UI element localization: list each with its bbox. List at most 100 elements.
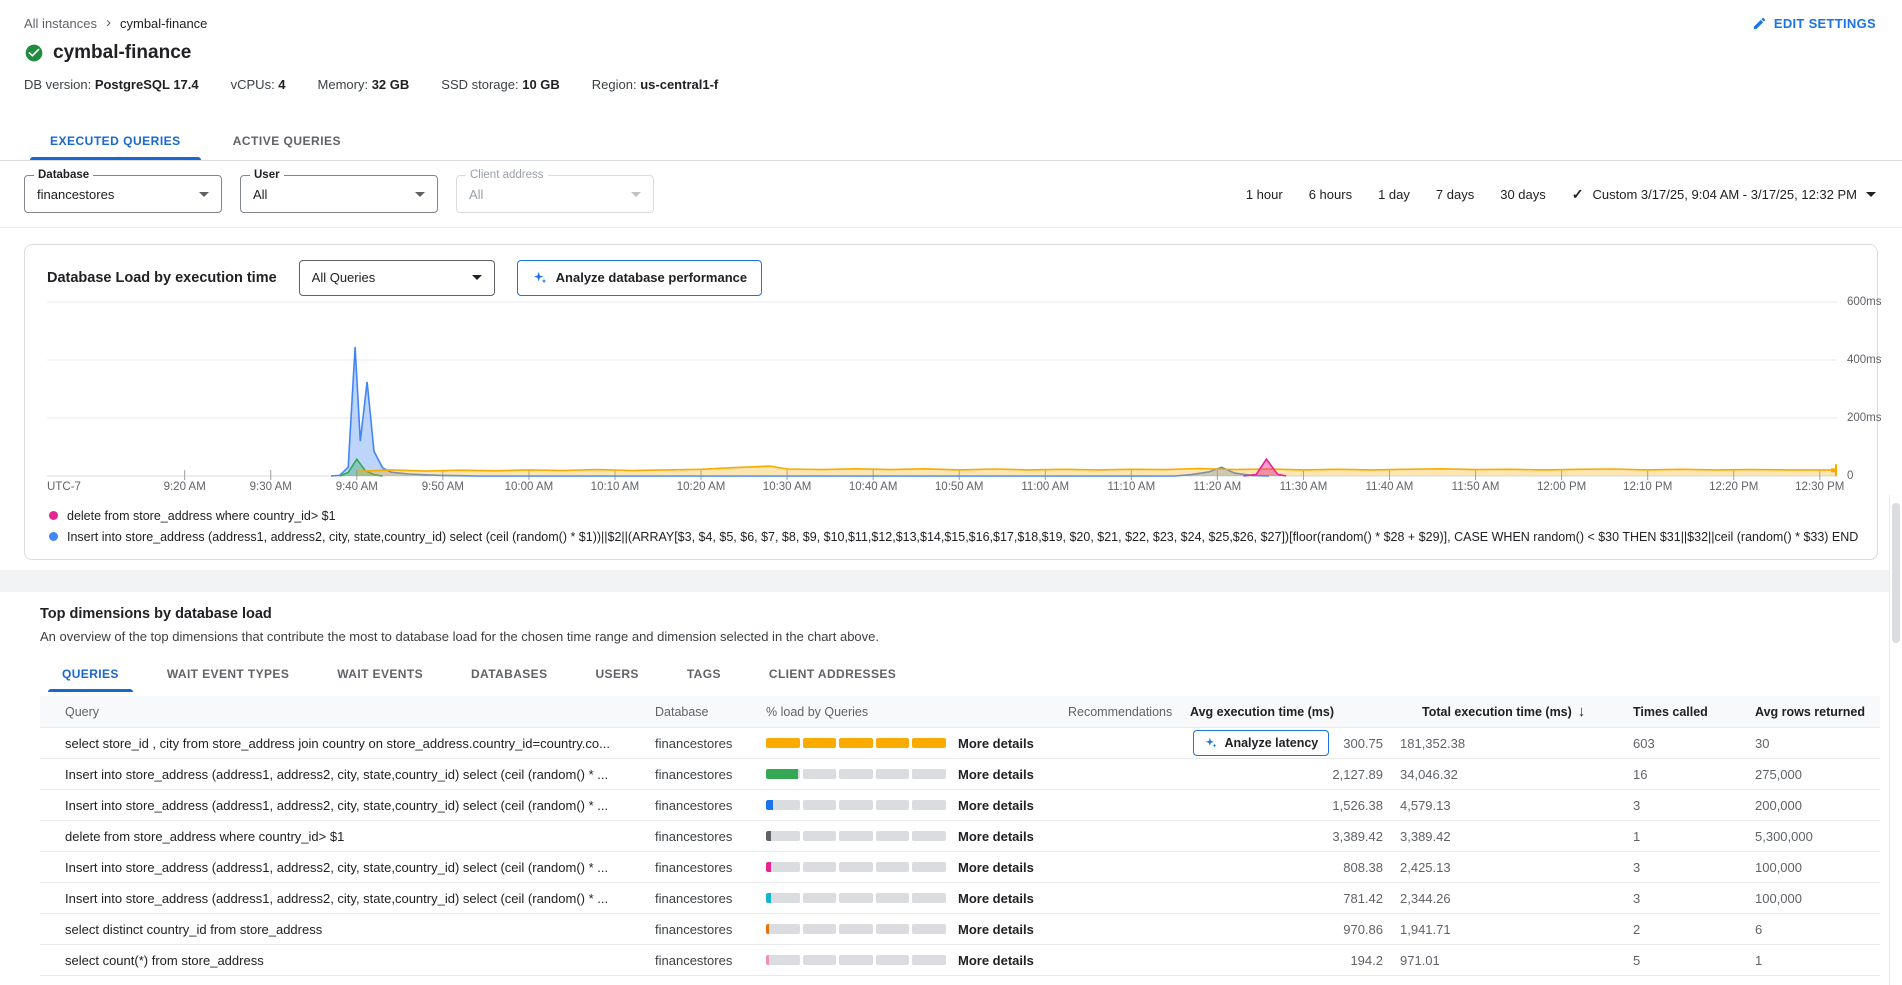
time-range-custom[interactable]: ✓ Custom 3/17/25, 9:04 AM - 3/17/25, 12:…	[1572, 186, 1876, 203]
tab-tags[interactable]: TAGS	[663, 656, 745, 692]
avg-execution-value: 300.75	[1343, 736, 1383, 751]
tab-client-addresses[interactable]: CLIENT ADDRESSES	[745, 656, 920, 692]
x-axis-tick-label: UTC-7	[47, 481, 81, 493]
load-bar-segment	[803, 862, 837, 872]
load-bar-fill	[766, 800, 773, 810]
load-cell: More details	[766, 736, 1068, 751]
column-header-label: Total execution time (ms)	[1422, 705, 1572, 719]
tab-executed-queries[interactable]: EXECUTED QUERIES	[24, 122, 207, 160]
tab-active-queries-label: ACTIVE QUERIES	[233, 134, 341, 148]
load-bar-segment	[876, 924, 910, 934]
load-bar-segment	[839, 955, 873, 965]
legend-item[interactable]: Insert into store_address (address1, add…	[49, 526, 1859, 547]
load-chart-plot	[47, 298, 1837, 482]
time-range-option-30-days[interactable]: 30 days	[1500, 187, 1546, 202]
column-header-load-by-queries[interactable]: % load by Queries	[766, 705, 1068, 719]
more-details-link[interactable]: More details	[958, 798, 1034, 813]
page-header: All instances › cymbal-finance EDIT SETT…	[0, 0, 1902, 92]
info-label: Memory:	[318, 77, 372, 92]
column-header-query[interactable]: Query	[40, 705, 655, 719]
time-range-option-1-hour[interactable]: 1 hour	[1246, 187, 1283, 202]
column-header-avg-rows-returned[interactable]: Avg rows returned	[1745, 705, 1880, 719]
x-axis-tick-label: 12:10 PM	[1623, 481, 1672, 493]
load-bar-segment	[839, 862, 873, 872]
tab-users[interactable]: USERS	[571, 656, 662, 692]
chevron-down-icon	[1866, 192, 1876, 197]
load-bar-segment	[839, 800, 873, 810]
more-details-link[interactable]: More details	[958, 829, 1034, 844]
avg-execution-value: 3,389.42	[1332, 829, 1383, 844]
legend-item[interactable]: delete from store_address where country_…	[49, 505, 1859, 526]
load-cell: More details	[766, 767, 1068, 782]
times-called-cell: 3	[1621, 891, 1745, 906]
avg-execution-cell: 1,526.38	[1190, 798, 1397, 813]
load-bar-segment	[912, 955, 946, 965]
scrollbar-thumb[interactable]	[1892, 503, 1900, 643]
load-bar-fill	[839, 738, 873, 748]
time-range-option-1-day[interactable]: 1 day	[1378, 187, 1410, 202]
more-details-link[interactable]: More details	[958, 767, 1034, 782]
more-details-link[interactable]: More details	[958, 891, 1034, 906]
tab-wait-event-types[interactable]: WAIT EVENT TYPES	[143, 656, 313, 692]
avg-execution-cell: 2,127.89	[1190, 767, 1397, 782]
legend-label: delete from store_address where country_…	[67, 509, 336, 523]
query-cell: select store_id , city from store_addres…	[40, 736, 655, 751]
x-axis-tick-label: 12:20 PM	[1709, 481, 1758, 493]
tab-active-queries[interactable]: ACTIVE QUERIES	[207, 122, 367, 160]
tab-databases[interactable]: DATABASES	[447, 656, 572, 692]
x-axis-tick-label: 12:30 PM	[1795, 481, 1844, 493]
load-bar-segment	[876, 800, 910, 810]
x-axis-tick-label: 12:00 PM	[1537, 481, 1586, 493]
column-header-label: Times called	[1633, 705, 1708, 719]
query-cell: Insert into store_address (address1, add…	[40, 767, 655, 782]
tab-queries[interactable]: QUERIES	[38, 656, 143, 692]
time-range-custom-label: Custom 3/17/25, 9:04 AM - 3/17/25, 12:32…	[1593, 187, 1858, 202]
column-header-database[interactable]: Database	[655, 705, 766, 719]
tab-wait-events[interactable]: WAIT EVENTS	[313, 656, 447, 692]
load-bar-fill	[912, 738, 946, 748]
info-value: PostgreSQL 17.4	[95, 77, 199, 92]
avg-rows-returned-cell: 30	[1745, 736, 1880, 751]
column-header-recommendations[interactable]: Recommendations	[1068, 705, 1190, 719]
column-header-avg-execution-time-ms[interactable]: Avg execution time (ms)	[1190, 705, 1397, 719]
user-filter-select[interactable]: User All	[240, 175, 438, 213]
database-cell: financestores	[655, 891, 766, 906]
total-execution-cell: 4,579.13	[1397, 798, 1621, 813]
time-range-option-7-days[interactable]: 7 days	[1436, 187, 1474, 202]
time-range-option-6-hours[interactable]: 6 hours	[1309, 187, 1352, 202]
column-header-total-execution-time-ms[interactable]: Total execution time (ms)↓	[1397, 703, 1621, 720]
load-bar-fill	[766, 924, 769, 934]
load-bar-segment	[839, 893, 873, 903]
page-title: cymbal-finance	[53, 42, 191, 64]
column-header-times-called[interactable]: Times called	[1621, 705, 1745, 719]
client-address-filter-label: Client address	[466, 169, 548, 181]
load-bar-fill	[766, 769, 798, 779]
query-filter-select[interactable]: All Queries	[299, 260, 495, 296]
column-header-label: Avg execution time (ms)	[1190, 705, 1334, 719]
load-bar-fill	[766, 831, 771, 841]
load-bar-fill	[876, 738, 910, 748]
column-header-label: Avg rows returned	[1755, 705, 1865, 719]
status-ok-icon	[24, 43, 44, 63]
more-details-link[interactable]: More details	[958, 860, 1034, 875]
total-execution-cell: 971.01	[1397, 953, 1621, 968]
load-cell: More details	[766, 829, 1068, 844]
more-details-link[interactable]: More details	[958, 922, 1034, 937]
legend-color-dot	[49, 532, 58, 541]
load-bar-segment	[803, 924, 837, 934]
load-bar-segment	[876, 955, 910, 965]
breadcrumb-all-instances[interactable]: All instances	[24, 16, 97, 31]
edit-settings-button[interactable]: EDIT SETTINGS	[1752, 16, 1876, 31]
more-details-link[interactable]: More details	[958, 953, 1034, 968]
database-filter-select[interactable]: Database financestores	[24, 175, 222, 213]
avg-execution-value: 1,526.38	[1332, 798, 1383, 813]
database-filter-value: financestores	[37, 187, 199, 202]
analyze-database-performance-button[interactable]: Analyze database performance	[517, 260, 762, 296]
x-axis-tick-label: 9:30 AM	[250, 481, 292, 493]
info-value: 32 GB	[372, 77, 410, 92]
avg-execution-value: 194.2	[1350, 953, 1383, 968]
avg-execution-value: 2,127.89	[1332, 767, 1383, 782]
more-details-link[interactable]: More details	[958, 736, 1034, 751]
instance-info-item: Region: us-central1-f	[592, 77, 718, 92]
analyze-latency-button[interactable]: Analyze latency	[1193, 730, 1329, 756]
